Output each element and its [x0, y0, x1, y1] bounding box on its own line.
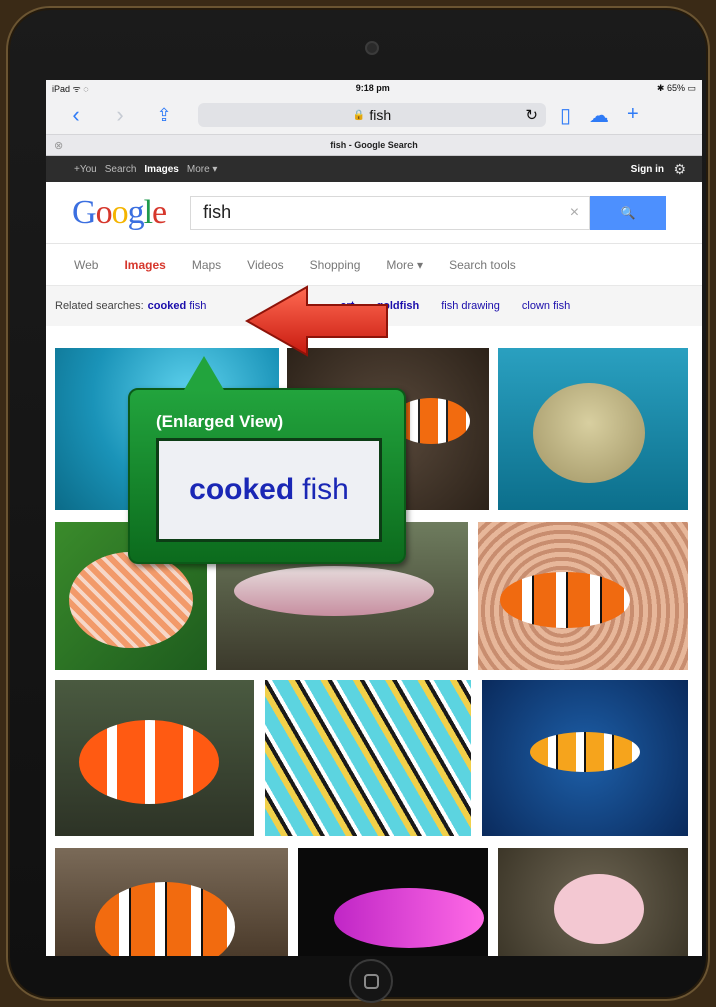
image-result[interactable]	[55, 848, 288, 956]
callout-zoom-box: cooked fish	[156, 438, 382, 542]
google-bar: +You Search Images More ▾ Sign in ⚙	[46, 156, 702, 182]
search-query: fish	[203, 202, 232, 222]
related-link-clown-fish[interactable]: clown fish	[522, 300, 570, 312]
status-time: 9:18 pm	[355, 83, 390, 93]
gbar-more[interactable]: More ▾	[187, 164, 218, 175]
zoom-rest-text: fish	[302, 473, 349, 506]
tab-images[interactable]: Images	[124, 258, 165, 272]
related-link-fish-drawing[interactable]: fish drawing	[441, 300, 500, 312]
tab-more[interactable]: More ▾	[386, 258, 423, 272]
reload-icon[interactable]: ↻	[525, 106, 538, 124]
ipad-frame: iPad ᯤ ◌ 9:18 pm ✱ 65% ▭ ‹ › ⇪ 🔒 fish ↻ …	[6, 6, 710, 1003]
image-result[interactable]	[265, 680, 471, 836]
search-button[interactable]: 🔍	[590, 195, 667, 230]
bookmarks-icon[interactable]: ▯	[560, 103, 571, 128]
google-logo[interactable]: Google	[72, 194, 167, 232]
home-square-icon	[363, 973, 379, 989]
image-result[interactable]	[498, 348, 688, 510]
tab-bar: ⊗ fish - Google Search	[46, 134, 702, 156]
address-bar[interactable]: 🔒 fish ↻	[198, 103, 546, 127]
close-tab-icon[interactable]: ⊗	[54, 139, 63, 152]
tab-shopping[interactable]: Shopping	[310, 258, 361, 272]
search-input[interactable]: fish ×	[190, 195, 591, 230]
enlarged-view-callout: (Enlarged View) cooked fish	[128, 356, 406, 564]
image-result[interactable]	[55, 680, 254, 836]
tab-title[interactable]: fish - Google Search	[46, 140, 702, 150]
battery-status: ✱ 65% ▭	[656, 82, 696, 93]
back-icon[interactable]: ‹	[54, 102, 98, 128]
gbar-search[interactable]: Search	[105, 164, 137, 175]
share-icon[interactable]: ⇪	[142, 105, 186, 126]
search-icon: 🔍	[620, 205, 636, 220]
callout-pointer	[184, 356, 224, 390]
status-bar: iPad ᯤ ◌ 9:18 pm ✱ 65% ▭	[46, 80, 702, 96]
tab-search-tools[interactable]: Search tools	[449, 258, 516, 272]
address-text: fish	[369, 107, 392, 123]
screen: iPad ᯤ ◌ 9:18 pm ✱ 65% ▭ ‹ › ⇪ 🔒 fish ↻ …	[46, 80, 702, 956]
image-result[interactable]	[482, 680, 688, 836]
gbar-plus-you[interactable]: +You	[74, 164, 97, 175]
tab-web[interactable]: Web	[74, 258, 98, 272]
search-row: Google fish × 🔍	[46, 182, 702, 244]
front-camera	[365, 41, 379, 55]
gear-icon[interactable]: ⚙	[673, 161, 686, 178]
zoom-bold-text: cooked	[189, 473, 295, 506]
cloud-tabs-icon[interactable]: ☁	[589, 103, 609, 128]
image-result[interactable]	[298, 848, 488, 956]
image-result[interactable]	[478, 522, 688, 670]
callout-title: (Enlarged View)	[156, 412, 284, 431]
related-link-cooked-fish[interactable]: cooked fish	[148, 300, 207, 312]
clear-icon[interactable]: ×	[570, 204, 579, 222]
tab-maps[interactable]: Maps	[192, 258, 221, 272]
lock-icon: 🔒	[352, 109, 366, 121]
red-arrow-icon	[244, 285, 388, 357]
tab-videos[interactable]: Videos	[247, 258, 283, 272]
forward-icon[interactable]: ›	[98, 102, 142, 128]
image-result[interactable]	[498, 848, 688, 956]
safari-toolbar: ‹ › ⇪ 🔒 fish ↻ ▯ ☁ +	[46, 96, 702, 134]
related-label: Related searches:	[55, 300, 144, 312]
device-label: iPad ᯤ ◌	[52, 83, 89, 94]
new-tab-icon[interactable]: +	[627, 103, 639, 128]
gbar-images[interactable]: Images	[144, 164, 178, 175]
home-button[interactable]	[349, 959, 393, 1003]
search-tabs: Web Images Maps Videos Shopping More ▾ S…	[46, 244, 702, 286]
sign-in-link[interactable]: Sign in	[631, 164, 664, 175]
